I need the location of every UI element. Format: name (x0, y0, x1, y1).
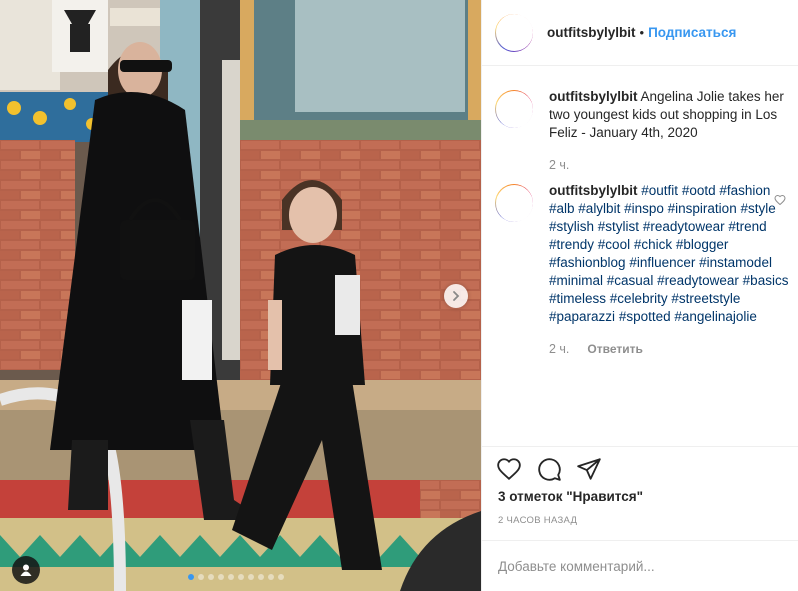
caption-meta: 2 ч. (549, 156, 794, 174)
comment-body: outfitsbylylbit #outfit #ootd #fashion #… (549, 182, 794, 358)
hashtag-link[interactable]: #casual (607, 273, 654, 288)
chevron-right-icon (453, 291, 460, 301)
follow-button[interactable]: Подписаться (648, 25, 736, 40)
hashtag-link[interactable]: #ootd (682, 183, 716, 198)
hashtag-link[interactable]: #celebrity (610, 291, 668, 306)
hashtag-link[interactable]: #fashionblog (549, 255, 626, 270)
comment-text-block: outfitsbylylbit #outfit #ootd #fashion #… (549, 182, 794, 326)
caption-body: outfitsbylylbit Angelina Jolie takes her… (549, 88, 794, 174)
carousel-dot (238, 574, 244, 580)
tagged-users-button[interactable] (12, 556, 40, 584)
comment-age[interactable]: 2 ч. (549, 340, 569, 358)
add-comment-form (482, 540, 798, 591)
caption-item: outfitsbylylbit Angelina Jolie takes her… (495, 88, 794, 174)
hashtag-link[interactable]: #outfit (641, 183, 678, 198)
carousel-dot (228, 574, 234, 580)
hashtag-link[interactable]: #timeless (549, 291, 606, 306)
likes-count-link[interactable]: 3 отметок "Нравится" (498, 489, 643, 504)
like-button[interactable] (496, 456, 522, 482)
post-header: outfitsbylylbit • Подписаться (482, 0, 798, 66)
hashtag-link[interactable]: #inspo (624, 201, 664, 216)
hashtag-link[interactable]: #minimal (549, 273, 603, 288)
carousel-dot (258, 574, 264, 580)
header-separator: • (639, 25, 645, 40)
carousel-dot (248, 574, 254, 580)
carousel-dot (268, 574, 274, 580)
carousel-indicators (188, 574, 284, 580)
post-actions: 3 отметок "Нравится" 2 ЧАСОВ НАЗАД (482, 446, 798, 526)
reply-button[interactable]: Ответить (587, 340, 642, 358)
share-button[interactable] (576, 456, 602, 482)
hashtag-link[interactable]: #stylish (549, 219, 594, 234)
street-photo-image (0, 0, 481, 591)
hashtag-link[interactable]: #readytowear (657, 273, 739, 288)
hashtag-link[interactable]: #trend (728, 219, 766, 234)
next-slide-button[interactable] (444, 284, 468, 308)
hashtag-link[interactable]: #fashion (719, 183, 770, 198)
avatar[interactable] (495, 13, 533, 52)
hashtag-link[interactable]: #chick (634, 237, 672, 252)
comment-item: outfitsbylylbit #outfit #ootd #fashion #… (495, 182, 794, 358)
post-time-ago[interactable]: 2 ЧАСОВ НАЗАД (498, 515, 783, 526)
carousel-dot (208, 574, 214, 580)
carousel-dot (188, 574, 194, 580)
avatar[interactable] (495, 90, 533, 128)
user-tag-icon (20, 564, 32, 576)
comment-meta: 2 ч. Ответить (549, 340, 794, 358)
carousel-dot (198, 574, 204, 580)
hashtag-link[interactable]: #paparazzi (549, 309, 615, 324)
heart-icon (497, 458, 521, 480)
comment-icon (538, 458, 561, 481)
carousel-dot (218, 574, 224, 580)
post-photo[interactable] (0, 0, 481, 591)
hashtag-link[interactable]: #cool (598, 237, 630, 252)
hashtag-link[interactable]: #instamodel (699, 255, 772, 270)
hashtag-link[interactable]: #inspiration (668, 201, 737, 216)
hashtag-link[interactable]: #angelinajolie (674, 309, 757, 324)
hashtag-link[interactable]: #alylbit (578, 201, 620, 216)
comments-list[interactable]: outfitsbylylbit Angelina Jolie takes her… (482, 66, 798, 446)
share-icon (577, 458, 601, 480)
hashtag-link[interactable]: #streetstyle (671, 291, 740, 306)
heart-outline-small-icon (774, 194, 786, 206)
caption-username-link[interactable]: outfitsbylylbit (549, 89, 638, 104)
hashtag-link[interactable]: #stylist (598, 219, 639, 234)
post-side-panel: outfitsbylylbit • Подписаться outfitsbyl… (481, 0, 798, 591)
hashtag-link[interactable]: #style (740, 201, 775, 216)
comment-like-button[interactable] (774, 194, 786, 209)
caption-text-block: outfitsbylylbit Angelina Jolie takes her… (549, 88, 794, 142)
hashtag-link[interactable]: #readytowear (643, 219, 725, 234)
hashtag-link[interactable]: #alb (549, 201, 575, 216)
comment-button[interactable] (536, 456, 562, 482)
action-icons (496, 447, 783, 491)
comment-input[interactable] (498, 558, 668, 574)
comment-username-link[interactable]: outfitsbylylbit (549, 183, 638, 198)
caption-age[interactable]: 2 ч. (549, 156, 569, 174)
carousel-dot (278, 574, 284, 580)
hashtag-link[interactable]: #blogger (676, 237, 729, 252)
hashtag-link[interactable]: #trendy (549, 237, 594, 252)
avatar[interactable] (495, 184, 533, 222)
likes-count: 3 отметок "Нравится" (498, 489, 783, 504)
hashtag-link[interactable]: #spotted (619, 309, 671, 324)
instagram-post: outfitsbylylbit • Подписаться outfitsbyl… (0, 0, 798, 591)
header-username-link[interactable]: outfitsbylylbit (547, 25, 636, 40)
hashtag-link[interactable]: #influencer (629, 255, 695, 270)
hashtag-link[interactable]: #basics (743, 273, 789, 288)
